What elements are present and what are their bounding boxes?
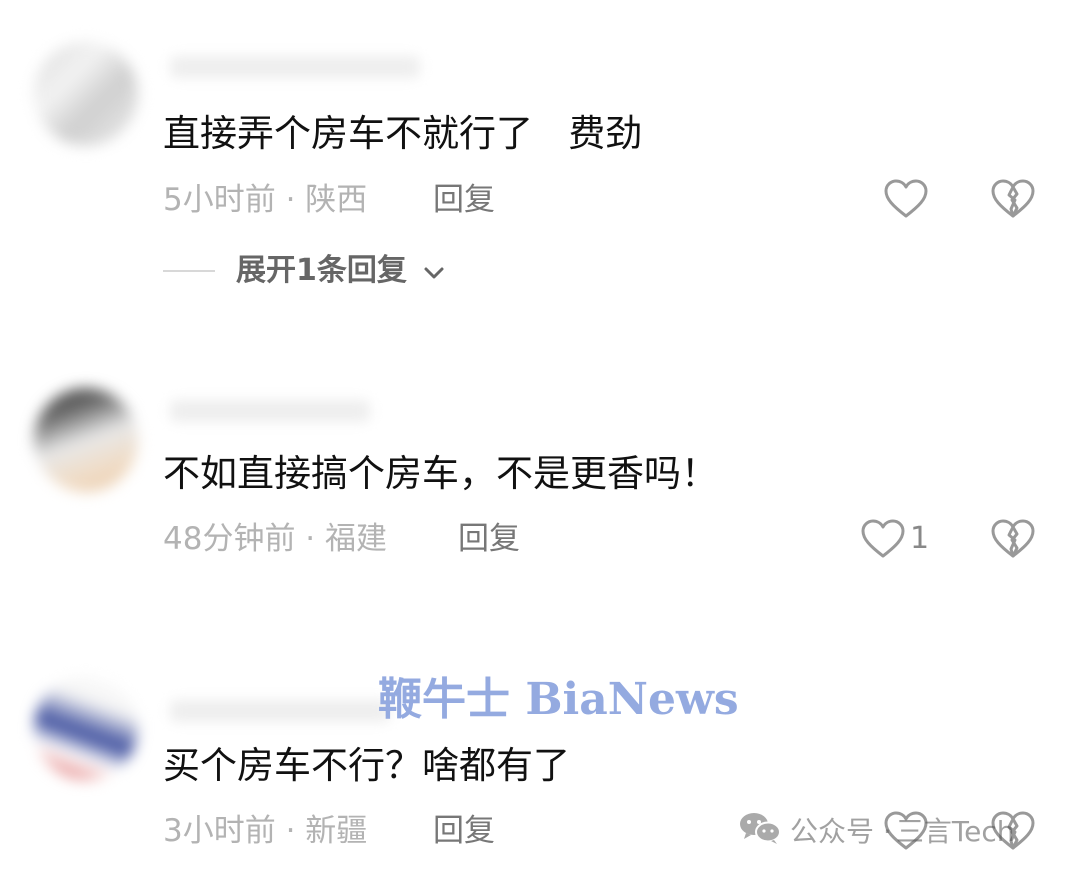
broken-heart-icon [991, 179, 1035, 218]
comment-time-location: 48分钟前 · 福建 [163, 521, 388, 557]
like-count: 1 [910, 521, 930, 556]
dislike-button[interactable] [990, 178, 1036, 220]
chevron-down-icon [423, 252, 445, 292]
reply-button[interactable]: 回复 [433, 180, 495, 220]
like-button[interactable] [883, 178, 929, 220]
comment-time-location: 5小时前 · 陕西 [163, 182, 368, 218]
comment-text: 直接弄个房车不就行了 费劲 [163, 112, 643, 155]
username-redacted [170, 400, 370, 422]
username-redacted [170, 700, 390, 722]
expand-divider [163, 270, 215, 272]
reply-button[interactable]: 回复 [433, 811, 495, 851]
heart-outline-icon [884, 179, 928, 218]
watermark-text: 鞭牛士 BiaNews [378, 674, 739, 725]
heart-outline-icon [861, 519, 905, 558]
comment-text: 买个房车不行？啥都有了 [163, 744, 570, 787]
like-button[interactable] [860, 518, 906, 560]
wechat-badge-label: 公众号 · [790, 815, 892, 848]
dislike-button[interactable] [990, 518, 1036, 560]
comment-time-location: 3小时前 · 新疆 [163, 813, 368, 849]
avatar[interactable] [34, 676, 138, 780]
wechat-account-badge: 公众号 · 三言Tech [738, 808, 1015, 852]
wechat-account-name: 三言Tech [895, 815, 1015, 848]
comment-text: 不如直接搞个房车，不是更香吗！ [163, 452, 718, 495]
username-redacted [170, 56, 420, 78]
expand-replies-button[interactable]: 展开1条回复 [236, 251, 445, 292]
avatar[interactable] [34, 42, 138, 146]
wechat-logo-icon [738, 810, 782, 850]
reply-button[interactable]: 回复 [458, 519, 520, 559]
expand-replies-label: 展开1条回复 [236, 253, 407, 288]
broken-heart-icon [991, 519, 1035, 558]
avatar[interactable] [34, 388, 138, 492]
